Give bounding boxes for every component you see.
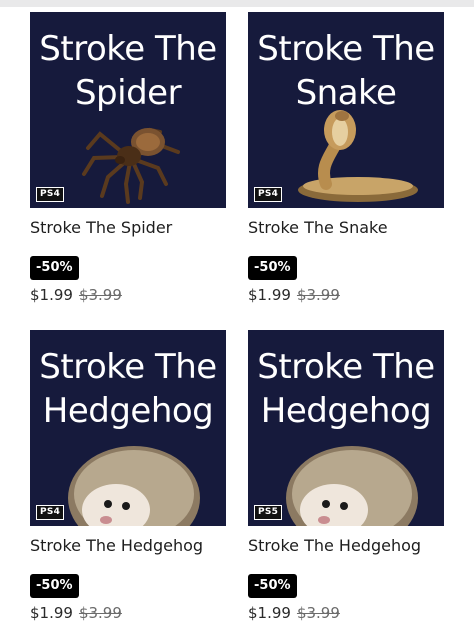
discount-badge: -50% [30, 574, 79, 598]
product-name[interactable]: Stroke The Hedgehog [248, 536, 421, 555]
current-price: $1.99 [30, 286, 73, 304]
product-thumbnail[interactable]: Stroke The Hedgehog PS5 [248, 330, 444, 526]
platform-badge: PS4 [36, 505, 65, 520]
product-name[interactable]: Stroke The Snake [248, 218, 388, 237]
thumbnail-title: Stroke The Hedgehog [257, 347, 435, 431]
product-card-hedgehog-ps4[interactable]: Stroke The Hedgehog PS4 Stroke The Hedge… [30, 330, 230, 622]
current-price: $1.99 [248, 286, 291, 304]
product-thumbnail[interactable]: Stroke The Snake PS4 [248, 12, 444, 208]
product-thumbnail[interactable]: Stroke The Hedgehog PS4 [30, 330, 226, 526]
product-card-spider[interactable]: Stroke The Spider PS4 Stroke The Spider … [30, 12, 230, 304]
price-row: $1.99 $3.99 [30, 286, 122, 304]
price-row: $1.99 $3.99 [30, 604, 122, 622]
discount-badge: -50% [248, 574, 297, 598]
platform-badge: PS5 [254, 505, 283, 520]
product-card-hedgehog-ps5[interactable]: Stroke The Hedgehog PS5 Stroke The Hedge… [248, 330, 448, 622]
price-row: $1.99 $3.99 [248, 286, 340, 304]
current-price: $1.99 [248, 604, 291, 622]
price-row: $1.99 $3.99 [248, 604, 340, 622]
platform-badge: PS4 [254, 187, 283, 202]
discount-badge: -50% [30, 256, 79, 280]
thumbnail-title: Stroke The Snake [257, 29, 435, 113]
original-price: $3.99 [78, 604, 122, 622]
thumbnail-title: Stroke The Spider [39, 29, 217, 113]
original-price: $3.99 [296, 286, 340, 304]
current-price: $1.99 [30, 604, 73, 622]
top-status-strip [0, 0, 474, 7]
product-name[interactable]: Stroke The Spider [30, 218, 172, 237]
platform-badge: PS4 [36, 187, 65, 202]
product-name[interactable]: Stroke The Hedgehog [30, 536, 203, 555]
discount-badge: -50% [248, 256, 297, 280]
thumbnail-title: Stroke The Hedgehog [39, 347, 217, 431]
product-thumbnail[interactable]: Stroke The Spider PS4 [30, 12, 226, 208]
original-price: $3.99 [78, 286, 122, 304]
product-card-snake[interactable]: Stroke The Snake PS4 Stroke The Snake -5… [248, 12, 448, 304]
original-price: $3.99 [296, 604, 340, 622]
